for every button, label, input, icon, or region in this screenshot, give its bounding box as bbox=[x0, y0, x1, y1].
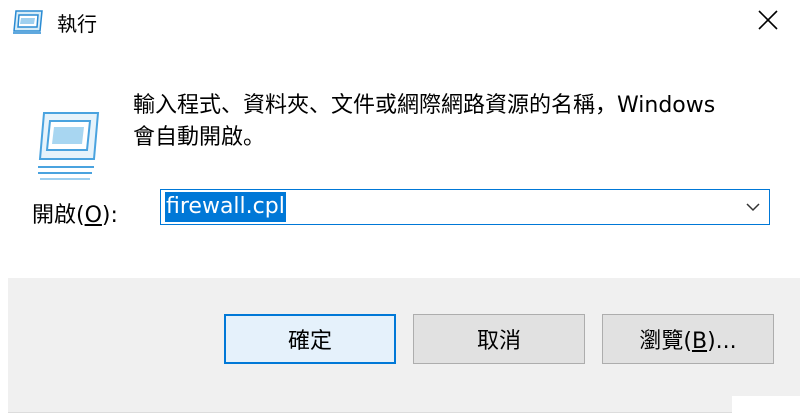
run-dialog: 執行 輸入程式、資料夾、文件或網際網路資源的名稱，Windows 會自動開啟。 … bbox=[0, 0, 800, 413]
dialog-body: 輸入程式、資料夾、文件或網際網路資源的名稱，Windows 會自動開啟。 開啟(… bbox=[8, 46, 800, 278]
chevron-down-icon[interactable] bbox=[743, 196, 763, 218]
window-title: 執行 bbox=[57, 12, 97, 36]
cancel-button-label: 取消 bbox=[476, 329, 521, 354]
close-button[interactable] bbox=[745, 0, 791, 44]
browse-label-mnemonic: B bbox=[691, 329, 708, 354]
open-label: 開啟(O): bbox=[32, 197, 118, 229]
open-label-prefix: 開啟( bbox=[32, 203, 85, 228]
button-bar: 確定 取消 瀏覽(B)... bbox=[8, 278, 800, 412]
open-input[interactable]: firewall.cpl bbox=[165, 192, 286, 222]
run-app-icon bbox=[12, 9, 44, 35]
description-line-1: 輸入程式、資料夾、文件或網際網路資源的名稱，Windows bbox=[133, 93, 716, 118]
background-window-peek bbox=[732, 396, 800, 412]
browse-label-suffix: )... bbox=[707, 329, 737, 354]
run-program-icon bbox=[36, 101, 106, 191]
browse-button-label: 瀏覽(B)... bbox=[639, 323, 736, 355]
dialog-description: 輸入程式、資料夾、文件或網際網路資源的名稱，Windows 會自動開啟。 bbox=[133, 90, 773, 154]
browse-label-prefix: 瀏覽( bbox=[639, 329, 692, 354]
open-label-mnemonic: O bbox=[84, 203, 102, 228]
description-line-2: 會自動開啟。 bbox=[133, 125, 266, 150]
title-bar[interactable]: 執行 bbox=[0, 0, 800, 46]
ok-button-label: 確定 bbox=[287, 329, 332, 354]
browse-button[interactable]: 瀏覽(B)... bbox=[602, 314, 774, 364]
open-label-suffix: ): bbox=[101, 203, 118, 228]
open-combobox[interactable]: firewall.cpl bbox=[160, 189, 770, 225]
cancel-button[interactable]: 取消 bbox=[413, 314, 585, 364]
ok-button[interactable]: 確定 bbox=[224, 314, 396, 364]
window-left-edge bbox=[0, 46, 8, 412]
close-icon bbox=[758, 10, 778, 34]
